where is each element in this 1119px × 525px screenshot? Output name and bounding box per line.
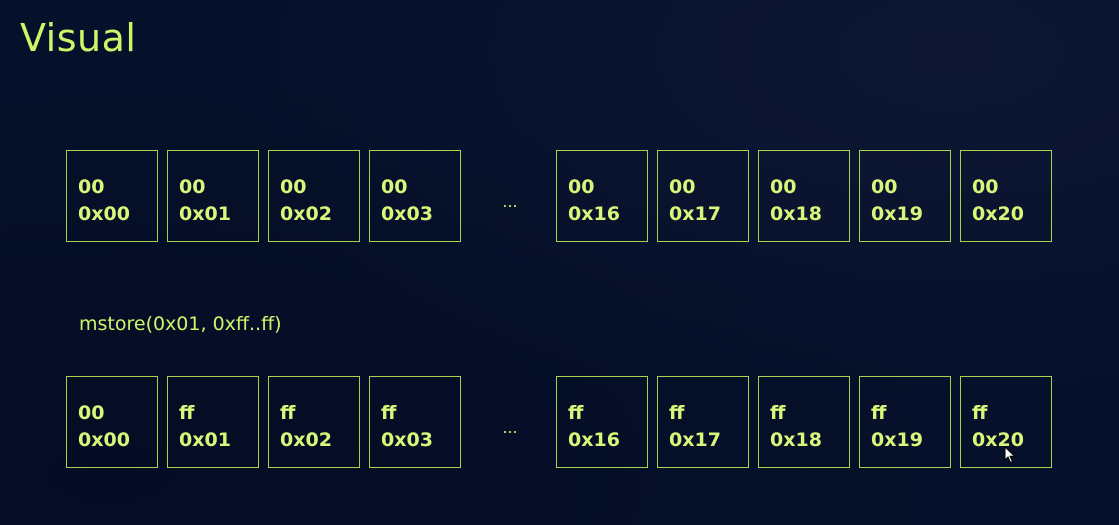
cell-value: ff <box>280 402 296 424</box>
cell-address: 0x19 <box>871 429 923 451</box>
memory-cell: ff 0x17 <box>657 376 749 468</box>
memory-cell: ff 0x18 <box>758 376 850 468</box>
cell-address: 0x20 <box>972 203 1024 225</box>
memory-cell: 00 0x00 <box>66 376 158 468</box>
memory-cell: 00 0x16 <box>556 150 648 242</box>
cell-address: 0x02 <box>280 429 332 451</box>
memory-cell: ff 0x19 <box>859 376 951 468</box>
cell-value: ff <box>568 402 584 424</box>
cell-address: 0x19 <box>871 203 923 225</box>
operation-caption: mstore(0x01, 0xff..ff) <box>79 313 282 335</box>
cell-address: 0x01 <box>179 429 231 451</box>
cell-address: 0x03 <box>381 203 433 225</box>
cell-value: ff <box>972 402 988 424</box>
memory-cell: 00 0x18 <box>758 150 850 242</box>
cell-value: 00 <box>179 176 206 198</box>
memory-cell: 00 0x02 <box>268 150 360 242</box>
cell-address: 0x16 <box>568 203 620 225</box>
memory-cell: ff 0x16 <box>556 376 648 468</box>
mouse-pointer-icon <box>1004 446 1016 464</box>
cell-value: 00 <box>972 176 999 198</box>
cell-value: ff <box>381 402 397 424</box>
memory-cell: 00 0x01 <box>167 150 259 242</box>
ellipsis: ... <box>502 417 518 437</box>
cell-value: 00 <box>78 176 105 198</box>
cell-value: 00 <box>381 176 408 198</box>
cell-value: 00 <box>871 176 898 198</box>
cell-value: 00 <box>770 176 797 198</box>
cell-address: 0x17 <box>669 203 721 225</box>
cell-value: 00 <box>280 176 307 198</box>
memory-row-before: 00 0x00 00 0x01 00 0x02 00 0x03 ... 00 0… <box>66 150 1061 244</box>
cell-address: 0x18 <box>770 429 822 451</box>
memory-cell: 00 0x03 <box>369 150 461 242</box>
cell-value: ff <box>770 402 786 424</box>
cell-address: 0x17 <box>669 429 721 451</box>
memory-row-after: 00 0x00 ff 0x01 ff 0x02 ff 0x03 ... ff 0… <box>66 376 1061 470</box>
cell-value: ff <box>669 402 685 424</box>
cell-address: 0x02 <box>280 203 332 225</box>
cell-address: 0x18 <box>770 203 822 225</box>
cell-value: 00 <box>568 176 595 198</box>
cell-value: 00 <box>669 176 696 198</box>
memory-cell: ff 0x03 <box>369 376 461 468</box>
memory-cell: 00 0x20 <box>960 150 1052 242</box>
cell-address: 0x16 <box>568 429 620 451</box>
slide-title: Visual <box>20 16 137 60</box>
memory-cell: 00 0x17 <box>657 150 749 242</box>
cell-address: 0x03 <box>381 429 433 451</box>
cell-address: 0x01 <box>179 203 231 225</box>
memory-cell: ff 0x01 <box>167 376 259 468</box>
cell-value: 00 <box>78 402 105 424</box>
memory-cell: 00 0x19 <box>859 150 951 242</box>
memory-cell: 00 0x00 <box>66 150 158 242</box>
ellipsis: ... <box>502 191 518 211</box>
cell-value: ff <box>871 402 887 424</box>
cell-address: 0x00 <box>78 429 130 451</box>
memory-cell: ff 0x02 <box>268 376 360 468</box>
cell-value: ff <box>179 402 195 424</box>
cell-address: 0x00 <box>78 203 130 225</box>
